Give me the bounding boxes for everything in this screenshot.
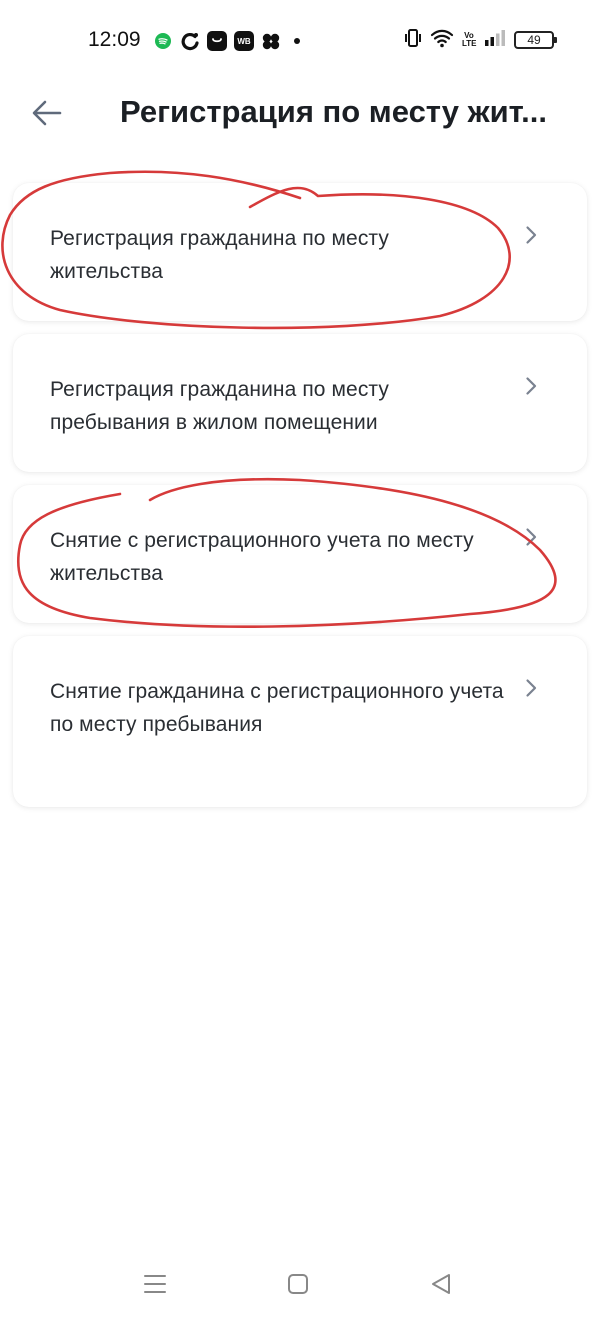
- spotify-icon: [153, 31, 173, 51]
- notification-icons: WB: [153, 30, 300, 52]
- service-item-residence-deregistration[interactable]: Снятие с регистрационного учета по месту…: [13, 485, 587, 623]
- chevron-right-icon: [526, 679, 537, 697]
- app-header: Регистрация по месту жит...: [0, 82, 600, 144]
- wifi-icon: [430, 28, 454, 53]
- service-item-label: Снятие гражданина с регистрационного уче…: [50, 680, 504, 736]
- menu-icon: [144, 1275, 166, 1293]
- service-item-label: Регистрация гражданина по месту пребыван…: [50, 378, 389, 434]
- volte-icon: Vo LTE: [462, 31, 477, 48]
- more-notifications-dot: [294, 38, 300, 44]
- shopping-bag-icon: [207, 31, 227, 51]
- vibrate-icon: [404, 28, 422, 53]
- wb-app-icon: WB: [234, 31, 254, 51]
- system-icons: Vo LTE 49: [404, 28, 557, 53]
- arrow-left-icon: [32, 100, 62, 126]
- menu-button[interactable]: [135, 1264, 175, 1304]
- back-nav-button[interactable]: [421, 1264, 461, 1304]
- sync-app-icon: [180, 31, 200, 51]
- home-button[interactable]: [278, 1264, 318, 1304]
- system-navigation-bar: [0, 1242, 600, 1332]
- service-item-label: Регистрация гражданина по месту жительст…: [50, 227, 389, 283]
- back-triangle-icon: [432, 1274, 450, 1294]
- chevron-right-icon: [526, 528, 537, 546]
- battery-indicator: 49: [514, 31, 557, 49]
- service-item-stay-registration[interactable]: Регистрация гражданина по месту пребыван…: [13, 334, 587, 472]
- back-button[interactable]: [24, 90, 70, 136]
- status-time: 12:09: [88, 28, 141, 51]
- status-bar: 12:09 WB Vo LTE 49: [0, 0, 600, 82]
- page-title: Регистрация по месту жит...: [120, 94, 547, 129]
- home-icon: [288, 1274, 308, 1294]
- service-item-stay-deregistration[interactable]: Снятие гражданина с регистрационного уче…: [13, 636, 587, 807]
- service-list: Регистрация гражданина по месту жительст…: [13, 183, 587, 820]
- chevron-right-icon: [526, 226, 537, 244]
- service-item-label: Снятие с регистрационного учета по месту…: [50, 529, 474, 585]
- clover-app-icon: [261, 31, 281, 51]
- signal-icon: [484, 29, 506, 52]
- service-item-residence-registration[interactable]: Регистрация гражданина по месту жительст…: [13, 183, 587, 321]
- chevron-right-icon: [526, 377, 537, 395]
